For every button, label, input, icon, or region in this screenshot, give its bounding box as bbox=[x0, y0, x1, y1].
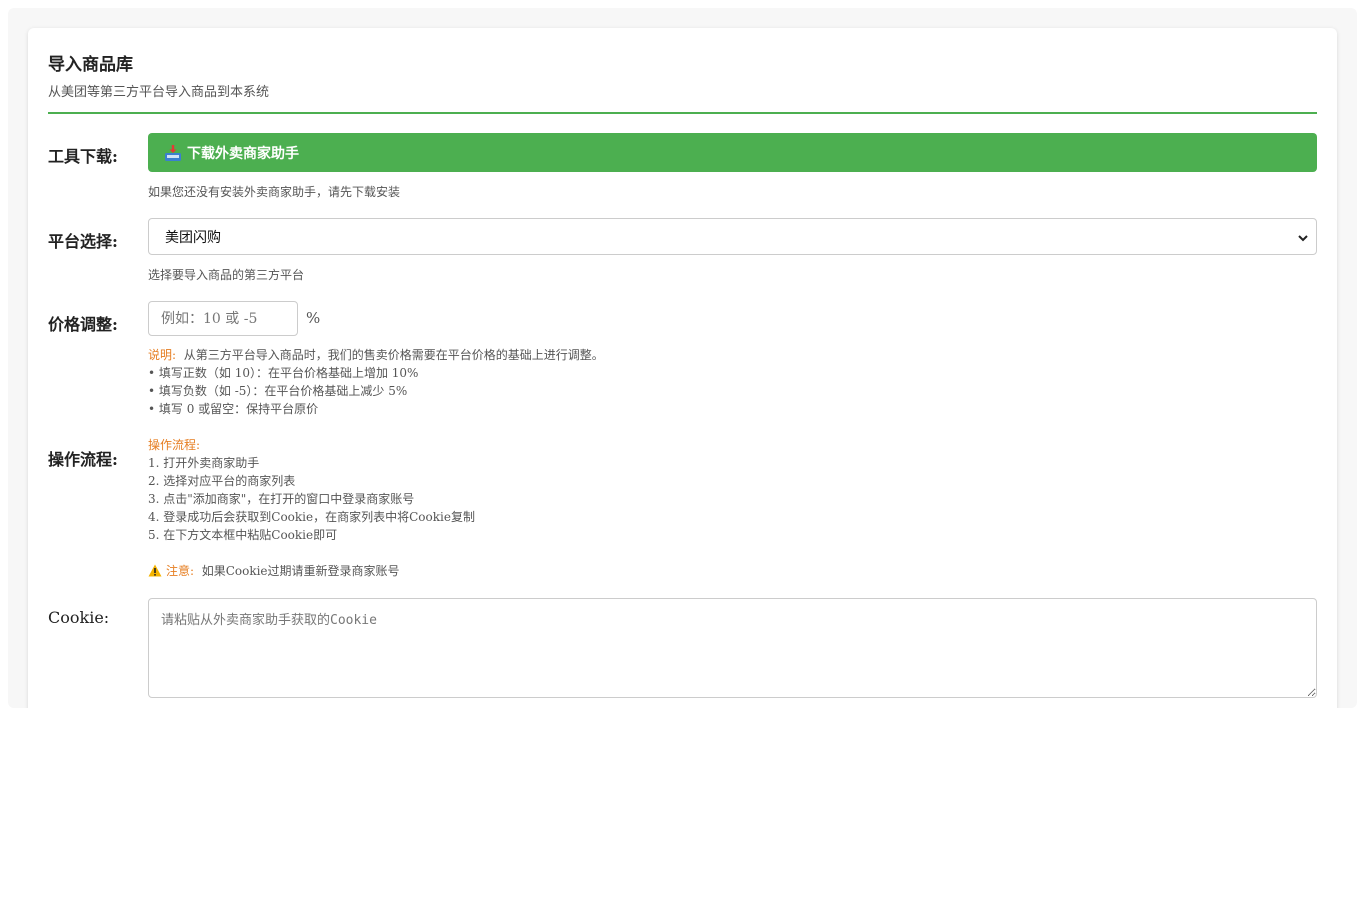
process-step-5: 5. 在下方文本框中粘贴Cookie即可 bbox=[148, 528, 338, 542]
chevron-down-icon bbox=[1298, 231, 1308, 242]
process-label: 操作流程: bbox=[48, 450, 118, 469]
tool-download-label: 工具下载: bbox=[48, 147, 118, 166]
price-rule-negative: • 填写负数（如 -5）：在平台价格基础上减少 5% bbox=[148, 384, 408, 398]
download-helper-button[interactable]: 下载外卖商家助手 bbox=[148, 133, 1317, 172]
price-label: 价格调整: bbox=[48, 315, 118, 334]
platform-hint: 选择要导入商品的第三方平台 bbox=[148, 268, 305, 282]
platform-label: 平台选择: bbox=[48, 232, 118, 251]
price-note-text: 从第三方平台导入商品时，我们的售卖价格需要在平台价格的基础上进行调整。 bbox=[183, 348, 604, 362]
price-adjust-input[interactable] bbox=[148, 301, 298, 336]
platform-select[interactable]: 美团闪购 bbox=[148, 218, 1317, 255]
cookie-textarea[interactable] bbox=[148, 598, 1317, 698]
percent-unit: % bbox=[306, 309, 321, 327]
process-step-4: 4. 登录成功后会获取到Cookie，在商家列表中将Cookie复制 bbox=[148, 510, 475, 524]
price-note: 说明: 从第三方平台导入商品时，我们的售卖价格需要在平台价格的基础上进行调整。 … bbox=[148, 346, 604, 418]
platform-select-value: 美团闪购 bbox=[165, 229, 221, 246]
price-note-title: 说明: bbox=[148, 348, 177, 362]
panel-header: 导入商品库 从美团等第三方平台导入商品到本系统 bbox=[48, 48, 1317, 114]
process-step-1: 1. 打开外卖商家助手 bbox=[148, 456, 260, 470]
process-title: 操作流程: bbox=[148, 438, 201, 452]
cookie-warning: 注意: 如果Cookie过期请重新登录商家账号 bbox=[148, 562, 400, 580]
process-steps: 操作流程: 1. 打开外卖商家助手 2. 选择对应平台的商家列表 3. 点击"添… bbox=[148, 436, 475, 544]
download-tray-icon bbox=[164, 144, 182, 162]
warning-title: 注意: bbox=[166, 564, 195, 578]
process-step-2: 2. 选择对应平台的商家列表 bbox=[148, 474, 296, 488]
page-title: 导入商品库 bbox=[48, 55, 133, 75]
warning-text: 如果Cookie过期请重新登录商家账号 bbox=[201, 564, 400, 578]
page-subtitle: 从美团等第三方平台导入商品到本系统 bbox=[48, 85, 270, 100]
tool-download-hint: 如果您还没有安装外卖商家助手，请先下载安装 bbox=[148, 185, 401, 199]
cookie-label: Cookie: bbox=[48, 608, 110, 627]
import-panel: 导入商品库 从美团等第三方平台导入商品到本系统 工具下载: 下载外卖商家助手 如… bbox=[28, 28, 1337, 708]
warning-icon bbox=[148, 564, 162, 577]
price-rule-positive: • 填写正数（如 10）：在平台价格基础上增加 10% bbox=[148, 366, 419, 380]
download-helper-button-label: 下载外卖商家助手 bbox=[187, 145, 299, 162]
process-step-3: 3. 点击"添加商家"，在打开的窗口中登录商家账号 bbox=[148, 492, 415, 506]
price-rule-zero: • 填写 0 或留空：保持平台原价 bbox=[148, 402, 319, 416]
page-background: 导入商品库 从美团等第三方平台导入商品到本系统 工具下载: 下载外卖商家助手 如… bbox=[8, 8, 1357, 708]
price-note-line: 说明: 从第三方平台导入商品时，我们的售卖价格需要在平台价格的基础上进行调整。 bbox=[148, 346, 604, 364]
